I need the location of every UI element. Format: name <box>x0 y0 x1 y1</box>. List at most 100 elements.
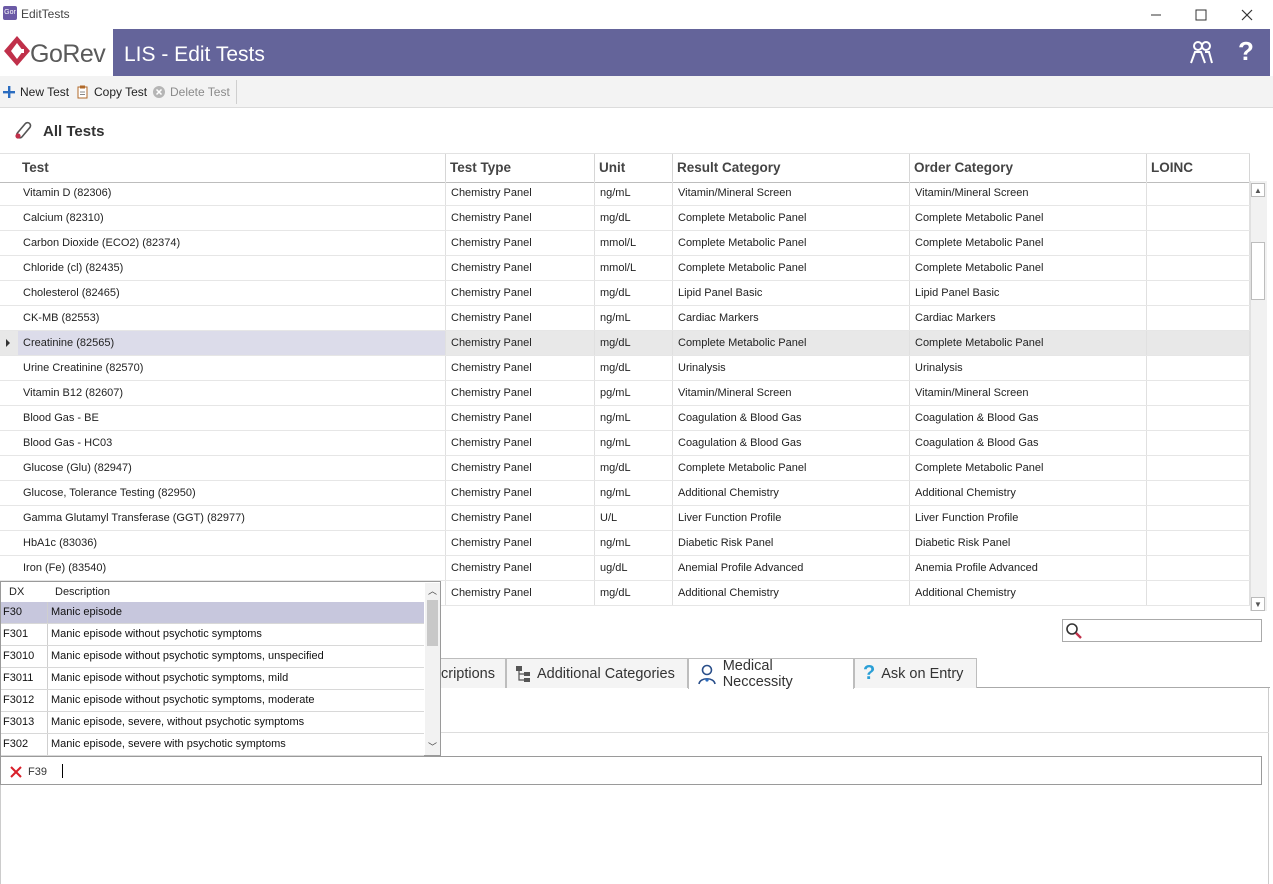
table-cell[interactable]: HbA1c (83036) <box>18 531 446 555</box>
table-cell[interactable]: Additional Chemistry <box>910 481 1147 505</box>
table-cell[interactable]: Diabetic Risk Panel <box>673 531 910 555</box>
table-row[interactable]: Urine Creatinine (82570) Chemistry Panel m… <box>0 356 1250 381</box>
table-cell[interactable]: Liver Function Profile <box>910 506 1147 530</box>
dx-list-item[interactable]: F3011 Manic episode without psychotic sym… <box>1 668 424 690</box>
table-cell[interactable]: Complete Metabolic Panel <box>673 231 910 255</box>
table-cell[interactable]: Anemial Profile Advanced <box>673 556 910 580</box>
table-row[interactable]: Chloride (cl) (82435) Chemistry Panel mmol… <box>0 256 1250 281</box>
table-cell[interactable] <box>1147 481 1250 505</box>
table-row[interactable]: Gamma Glutamyl Transferase (GGT) (82977)… <box>0 506 1250 531</box>
table-cell[interactable]: Vitamin B12 (82607) <box>18 381 446 405</box>
table-cell[interactable]: Cholesterol (82465) <box>18 281 446 305</box>
help-icon[interactable]: ? <box>1238 36 1254 67</box>
scroll-up-arrow-icon[interactable]: ▲ <box>1251 183 1265 197</box>
table-cell[interactable]: Complete Metabolic Panel <box>673 456 910 480</box>
tab-descriptions[interactable]: criptions <box>433 658 506 688</box>
dx-list-item[interactable]: F3013 Manic episode, severe, without psyc… <box>1 712 424 734</box>
table-cell[interactable]: pg/mL <box>595 381 673 405</box>
table-cell[interactable]: Chemistry Panel <box>446 581 595 605</box>
table-cell[interactable]: Chemistry Panel <box>446 331 595 355</box>
table-cell[interactable]: U/L <box>595 506 673 530</box>
table-cell[interactable]: Coagulation & Blood Gas <box>673 431 910 455</box>
table-cell[interactable]: Vitamin D (82306) <box>18 181 446 205</box>
table-cell[interactable]: Complete Metabolic Panel <box>910 206 1147 230</box>
table-cell[interactable]: ng/mL <box>595 531 673 555</box>
table-cell[interactable]: Vitamin/Mineral Screen <box>673 381 910 405</box>
table-cell[interactable]: Complete Metabolic Panel <box>673 331 910 355</box>
table-cell[interactable]: mg/dL <box>595 456 673 480</box>
dx-list-item[interactable]: F3010 Manic episode without psychotic sym… <box>1 646 424 668</box>
table-cell[interactable] <box>1147 506 1250 530</box>
table-cell[interactable]: Chemistry Panel <box>446 456 595 480</box>
table-cell[interactable]: Complete Metabolic Panel <box>673 256 910 280</box>
table-cell[interactable]: mmol/L <box>595 231 673 255</box>
table-cell[interactable]: Chloride (cl) (82435) <box>18 256 446 280</box>
table-cell[interactable]: Blood Gas - BE <box>18 406 446 430</box>
table-cell[interactable]: Chemistry Panel <box>446 431 595 455</box>
table-cell[interactable]: Vitamin/Mineral Screen <box>910 181 1147 205</box>
table-row[interactable]: Glucose, Tolerance Testing (82950) Chemis… <box>0 481 1250 506</box>
table-cell[interactable] <box>1147 231 1250 255</box>
tab-ask-on-entry[interactable]: ? Ask on Entry <box>854 658 977 688</box>
scroll-thumb[interactable] <box>1251 242 1265 300</box>
users-keys-icon[interactable] <box>1188 39 1214 65</box>
table-cell[interactable]: Creatinine (82565) <box>18 331 446 355</box>
table-row[interactable]: Blood Gas - BE Chemistry Panel ng/mL Coagul… <box>0 406 1250 431</box>
table-cell[interactable]: Chemistry Panel <box>446 356 595 380</box>
table-cell[interactable]: Chemistry Panel <box>446 206 595 230</box>
table-cell[interactable]: ng/mL <box>595 181 673 205</box>
table-cell[interactable]: ng/mL <box>595 481 673 505</box>
new-test-button[interactable]: New Test <box>2 84 69 100</box>
table-cell[interactable]: Diabetic Risk Panel <box>910 531 1147 555</box>
table-cell[interactable]: Chemistry Panel <box>446 531 595 555</box>
column-header-test[interactable]: Test <box>18 154 446 182</box>
table-row[interactable]: CK-MB (82553) Chemistry Panel ng/mL Cardiac… <box>0 306 1250 331</box>
table-cell[interactable]: Vitamin/Mineral Screen <box>910 381 1147 405</box>
table-cell[interactable]: mg/dL <box>595 356 673 380</box>
column-header-loinc[interactable]: LOINC <box>1147 154 1250 182</box>
dx-scroll-up-icon[interactable]: ︿ <box>426 584 439 596</box>
tab-additional-categories[interactable]: Additional Categories <box>506 658 688 688</box>
table-cell[interactable]: Liver Function Profile <box>673 506 910 530</box>
dx-scroll-thumb[interactable] <box>427 600 438 646</box>
tab-medical-necessity[interactable]: Medical Neccessity <box>688 658 854 690</box>
table-cell[interactable] <box>1147 556 1250 580</box>
table-row[interactable]: Vitamin D (82306) Chemistry Panel ng/mL Vit… <box>0 181 1250 206</box>
table-cell[interactable]: Glucose, Tolerance Testing (82950) <box>18 481 446 505</box>
copy-test-button[interactable]: Copy Test <box>76 84 147 100</box>
table-cell[interactable]: Urinalysis <box>910 356 1147 380</box>
table-cell[interactable]: ng/mL <box>595 406 673 430</box>
table-cell[interactable]: Lipid Panel Basic <box>673 281 910 305</box>
table-cell[interactable]: ng/mL <box>595 306 673 330</box>
table-cell[interactable] <box>1147 581 1250 605</box>
table-cell[interactable]: Chemistry Panel <box>446 231 595 255</box>
table-cell[interactable]: Carbon Dioxide (ECO2) (82374) <box>18 231 446 255</box>
table-cell[interactable]: Cardiac Markers <box>910 306 1147 330</box>
table-cell[interactable]: Chemistry Panel <box>446 256 595 280</box>
column-header-order-category[interactable]: Order Category <box>910 154 1147 182</box>
table-cell[interactable]: Cardiac Markers <box>673 306 910 330</box>
table-cell[interactable]: Complete Metabolic Panel <box>910 456 1147 480</box>
remove-token-icon[interactable] <box>10 766 22 778</box>
dx-list-item[interactable]: F30 Manic episode <box>1 602 424 624</box>
table-row[interactable]: Carbon Dioxide (ECO2) (82374) Chemistry P… <box>0 231 1250 256</box>
table-cell[interactable] <box>1147 256 1250 280</box>
table-cell[interactable]: Iron (Fe) (83540) <box>18 556 446 580</box>
table-cell[interactable]: Lipid Panel Basic <box>910 281 1147 305</box>
scroll-down-arrow-icon[interactable]: ▼ <box>1251 597 1265 611</box>
diagnosis-token-input[interactable] <box>0 756 1262 785</box>
table-cell[interactable]: Additional Chemistry <box>673 481 910 505</box>
table-cell[interactable]: Chemistry Panel <box>446 181 595 205</box>
table-cell[interactable]: Blood Gas - HC03 <box>18 431 446 455</box>
maximize-button[interactable] <box>1178 0 1224 29</box>
table-cell[interactable]: Coagulation & Blood Gas <box>910 406 1147 430</box>
table-cell[interactable]: ug/dL <box>595 556 673 580</box>
table-cell[interactable] <box>1147 281 1250 305</box>
table-cell[interactable]: Chemistry Panel <box>446 306 595 330</box>
table-cell[interactable]: Complete Metabolic Panel <box>910 256 1147 280</box>
table-cell[interactable]: Urine Creatinine (82570) <box>18 356 446 380</box>
table-cell[interactable]: Complete Metabolic Panel <box>910 231 1147 255</box>
table-row[interactable]: Vitamin B12 (82607) Chemistry Panel pg/mL V… <box>0 381 1250 406</box>
table-cell[interactable]: mg/dL <box>595 206 673 230</box>
table-cell[interactable]: Complete Metabolic Panel <box>673 206 910 230</box>
